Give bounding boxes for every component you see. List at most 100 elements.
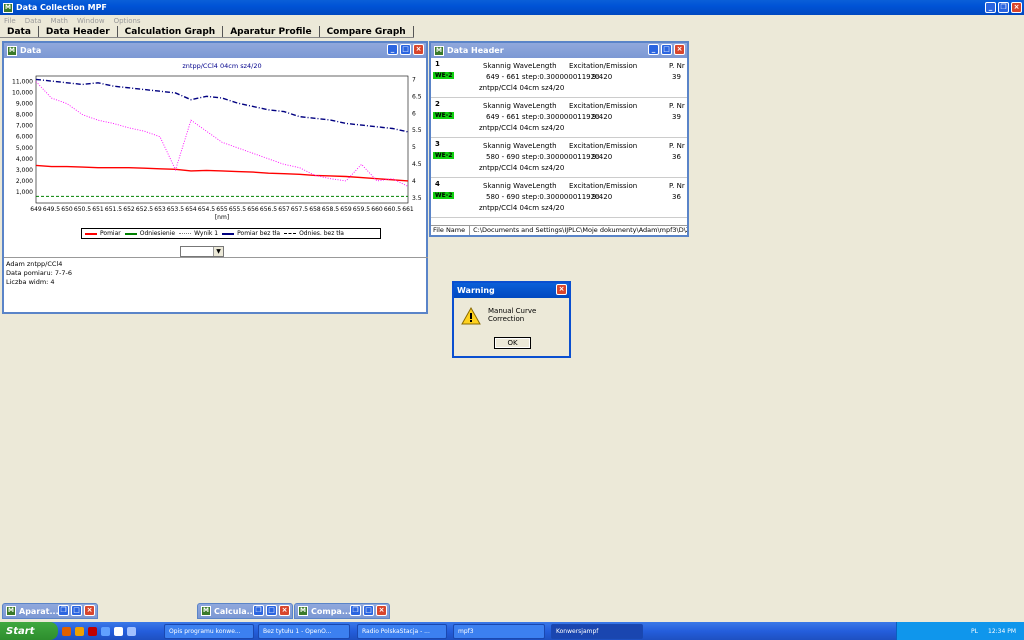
maximize-icon[interactable]: □ — [661, 44, 672, 55]
close-icon[interactable]: × — [1011, 2, 1022, 13]
status-badge: WE-2 — [433, 72, 455, 79]
y-tick-label: 11,000 — [12, 79, 33, 86]
media-icon[interactable] — [75, 626, 84, 636]
menu-window[interactable]: Window — [77, 17, 105, 25]
y2-tick-label: 6.5 — [412, 93, 422, 100]
warning-dialog: Warning × Manual Curve Correction OK — [452, 281, 571, 358]
x-tick-label: 661 — [402, 206, 414, 213]
chart-legend: Pomiar Odniesienie Wynik 1 Pomiar bez tł… — [81, 228, 381, 239]
y-tick-label: 1,000 — [16, 189, 33, 196]
status-badge: WE-2 — [433, 192, 455, 199]
tab-data-header[interactable]: Data Header — [39, 26, 118, 37]
header-row[interactable]: 2 WE-2 Skannig WaveLength Excitation/Emi… — [431, 98, 687, 138]
maximize-icon[interactable]: □ — [363, 605, 374, 616]
task-openoffice[interactable]: Bez tytułu 1 - OpenO... — [258, 624, 350, 639]
task-mpf3[interactable]: mpf3 — [453, 624, 545, 639]
header-row[interactable]: 4 WE-2 Skannig WaveLength Excitation/Emi… — [431, 178, 687, 218]
series-select[interactable]: ▼ — [180, 246, 224, 257]
close-icon[interactable]: × — [413, 44, 424, 55]
menu-options[interactable]: Options — [114, 17, 141, 25]
minimized-aparatur[interactable]: M Aparat... ❐ □ × — [2, 603, 98, 619]
chevron-down-icon[interactable]: ▼ — [213, 247, 223, 256]
col-exc: Excitation/Emission — [569, 182, 638, 190]
dialog-titlebar[interactable]: Warning × — [454, 283, 569, 298]
y2-tick-label: 7 — [412, 76, 416, 83]
x-tick-label: 655 — [216, 206, 228, 213]
task-radio[interactable]: Radio PolskaStacja - ... — [357, 624, 447, 639]
app-title: Data Collection MPF — [16, 3, 107, 12]
info-line: Adam zntpp/CCl4 — [6, 260, 63, 268]
minimize-icon[interactable]: _ — [985, 2, 996, 13]
x-tick-label: 651.5 — [105, 206, 122, 213]
x-tick-label: 656.5 — [260, 206, 277, 213]
p-number: 36 — [672, 153, 681, 161]
tab-aparatur-profile[interactable]: Aparatur Profile — [223, 26, 320, 37]
desktop-icon[interactable] — [127, 626, 136, 636]
task-opis[interactable]: Opis programu konwe... — [164, 624, 254, 639]
close-icon[interactable]: × — [376, 605, 387, 616]
x-tick-label: 659 — [340, 206, 352, 213]
x-tick-label: 656 — [247, 206, 259, 213]
minimized-compare[interactable]: M Compa... ❐ □ × — [294, 603, 390, 619]
header-row[interactable]: 3 WE-2 Skannig WaveLength Excitation/Emi… — [431, 138, 687, 178]
system-tray: PL 12:34 PM — [896, 622, 1024, 640]
minimized-title: Compa... — [311, 606, 351, 616]
dialog-message: Manual Curve Correction — [488, 307, 537, 323]
browser-icon[interactable] — [62, 626, 71, 636]
start-button[interactable]: Start — [0, 622, 58, 640]
menu-bar: File Data Math Window Options — [0, 15, 1024, 26]
data-window-titlebar[interactable]: M Data _ □ × — [4, 43, 426, 58]
close-icon[interactable]: × — [84, 605, 95, 616]
col-p: P. Nr — [669, 102, 685, 110]
y2-tick-label: 5.5 — [412, 127, 422, 134]
restore-icon[interactable]: ❐ — [998, 2, 1009, 13]
minimized-calculation[interactable]: M Calcula... ❐ □ × — [197, 603, 293, 619]
file-name-label: File Name — [433, 226, 466, 234]
restore-icon[interactable]: ❐ — [58, 605, 69, 616]
minimize-icon[interactable]: _ — [387, 44, 398, 55]
legend-item: Odniesienie — [124, 230, 175, 237]
scan-range: 649 - 661 step:0.300000011920 — [486, 73, 600, 81]
legend-item: Wynik 1 — [179, 230, 218, 237]
minimize-icon[interactable]: _ — [648, 44, 659, 55]
opera-icon[interactable] — [88, 626, 97, 636]
col-exc: Excitation/Emission — [569, 62, 638, 70]
x-tick-label: 657 — [278, 206, 290, 213]
y2-tick-label: 6 — [412, 110, 416, 117]
data-header-titlebar[interactable]: M Data Header _ □ × — [431, 43, 687, 58]
ok-button[interactable]: OK — [494, 337, 531, 349]
language-indicator[interactable]: PL — [971, 628, 978, 635]
y-tick-label: 9,000 — [16, 101, 33, 108]
ie-icon[interactable] — [114, 626, 123, 636]
y2-tick-label: 4 — [412, 178, 416, 185]
tab-compare-graph[interactable]: Compare Graph — [320, 26, 414, 37]
close-icon[interactable]: × — [556, 284, 567, 295]
close-icon[interactable]: × — [279, 605, 290, 616]
x-tick-label: 657.5 — [291, 206, 308, 213]
status-badge: WE-2 — [433, 112, 455, 119]
header-row[interactable]: 1 WE-2 Skannig WaveLength Excitation/Emi… — [431, 58, 687, 98]
tab-data[interactable]: Data — [0, 26, 39, 37]
maximize-icon[interactable]: □ — [266, 605, 277, 616]
restore-icon[interactable]: ❐ — [253, 605, 264, 616]
y-tick-label: 10,000 — [12, 90, 33, 97]
task-konwersja[interactable]: Konwersjampf — [551, 624, 643, 639]
y-tick-label: 2,000 — [16, 178, 33, 185]
x-tick-label: 659.5 — [353, 206, 370, 213]
menu-data[interactable]: Data — [25, 17, 42, 25]
menu-math[interactable]: Math — [50, 17, 68, 25]
close-icon[interactable]: × — [674, 44, 685, 55]
file-path[interactable]: C:\Documents and Settings\IJPLC\Moje dok… — [469, 226, 687, 235]
explorer-icon[interactable] — [101, 626, 110, 636]
tab-calculation-graph[interactable]: Calculation Graph — [118, 26, 224, 37]
app-titlebar: M Data Collection MPF _ ❐ × — [0, 0, 1024, 15]
y-tick-label: 4,000 — [16, 156, 33, 163]
maximize-icon[interactable]: □ — [71, 605, 82, 616]
maximize-icon[interactable]: □ — [400, 44, 411, 55]
scan-range: 580 - 690 step:0.300000011920 — [486, 153, 600, 161]
chart-title: zntpp/CCl4 04cm sz4/20 — [182, 62, 261, 70]
y2-tick-label: 5 — [412, 144, 416, 151]
restore-icon[interactable]: ❐ — [350, 605, 361, 616]
data-info-box[interactable]: Adam zntpp/CCl4 Data pomiaru: 7-7-6 Licz… — [4, 257, 428, 312]
menu-file[interactable]: File — [4, 17, 16, 25]
